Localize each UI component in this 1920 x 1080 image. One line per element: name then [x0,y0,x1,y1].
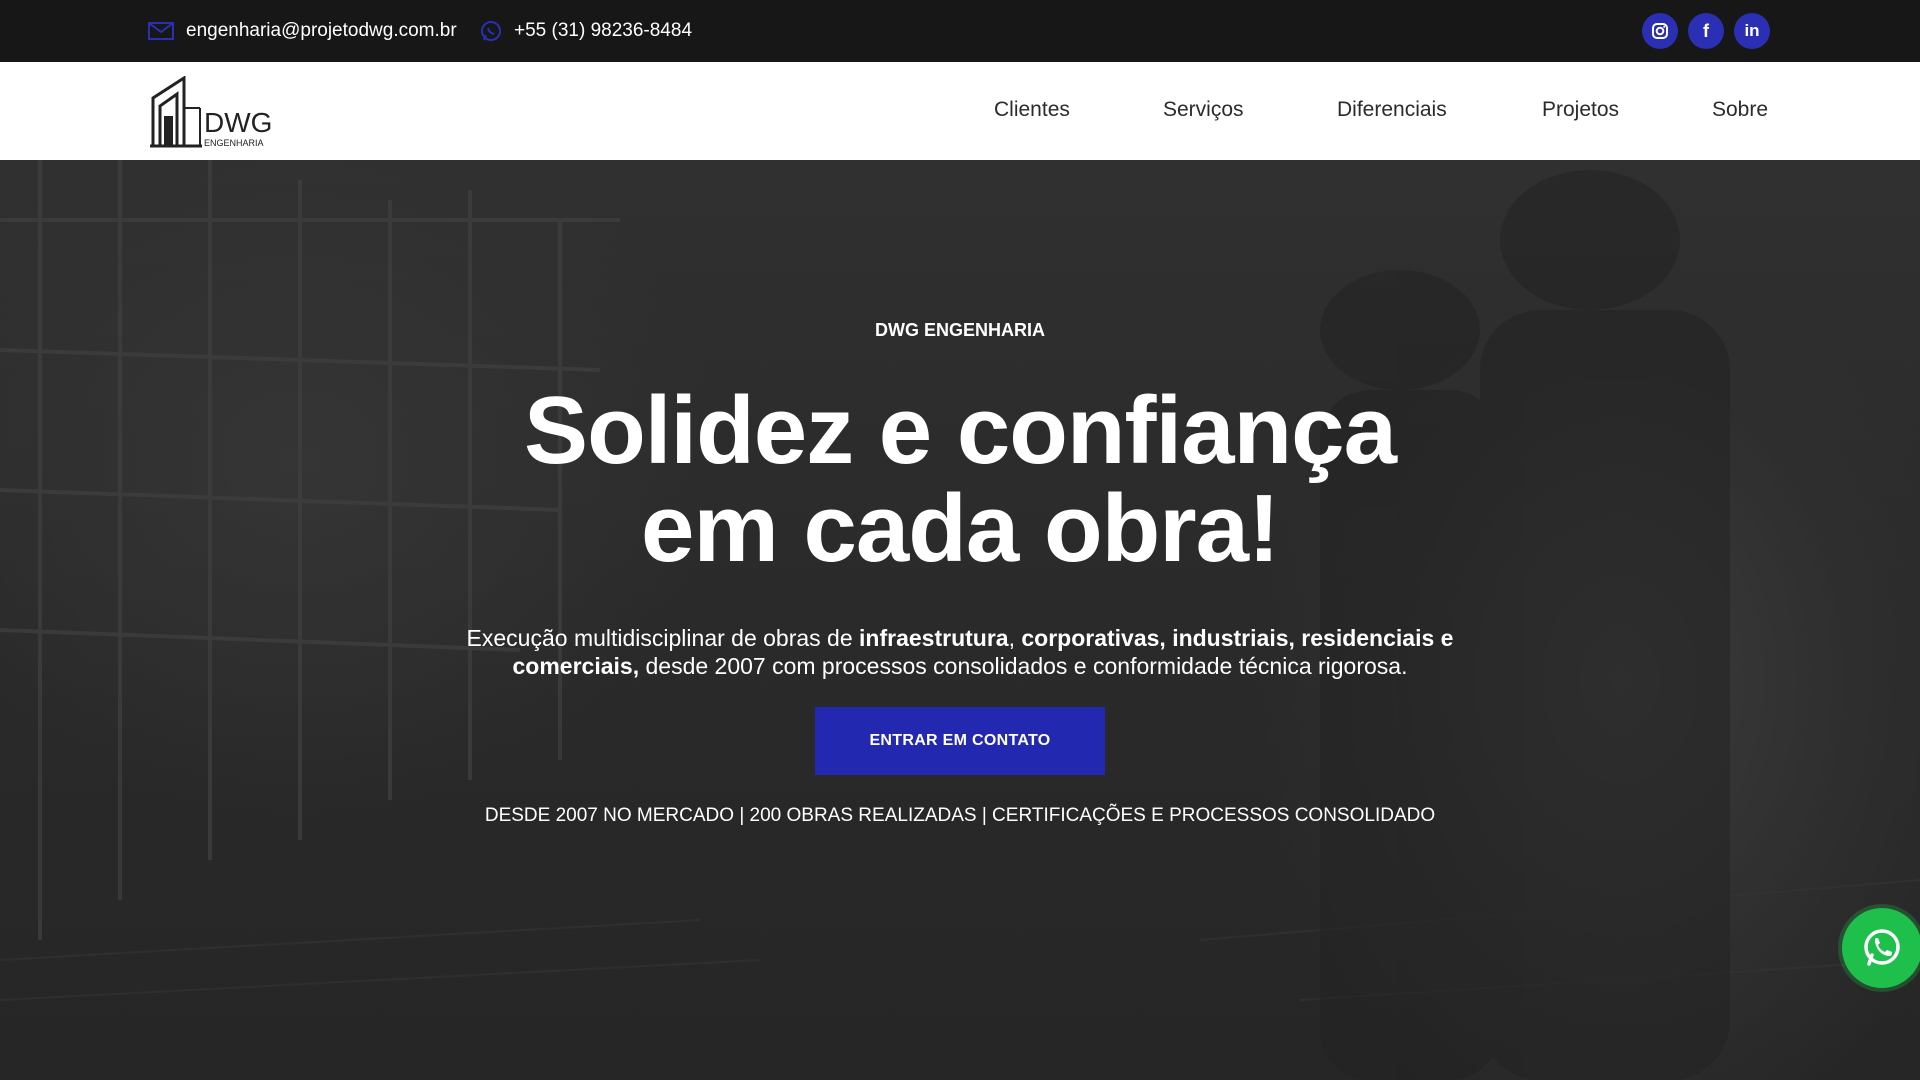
facebook-glyph: f [1703,20,1709,41]
phone-text[interactable]: +55 (31) 98236-8484 [514,20,692,42]
email-text[interactable]: engenharia@projetodwg.com.br [186,20,457,42]
logo-building-icon [150,76,202,148]
logo[interactable]: DWG ENGENHARIA [150,76,272,148]
nav-item-sobre[interactable]: Sobre [1712,98,1768,122]
hero-section: DWG ENGENHARIA Solidez e confiança em ca… [0,160,1920,1080]
hero-background-image [0,160,1920,1080]
hero-headline: Solidez e confiança em cada obra! [0,382,1920,578]
subtext-bold1: infraestrutura [859,625,1009,651]
top-bar: engenharia@projetodwg.com.br +55 (31) 98… [0,0,1920,62]
subtext-part3: desde 2007 com processos consolidados e … [639,653,1408,679]
hero-subtext: Execução multidisciplinar de obras de in… [420,624,1500,680]
contact-button[interactable]: ENTRAR EM CONTATO [815,707,1105,775]
linkedin-icon[interactable]: in [1734,13,1770,49]
main-navbar: DWG ENGENHARIA Clientes Serviços Diferen… [0,62,1920,160]
linkedin-glyph: in [1744,21,1760,40]
logo-brand: DWG [204,107,273,138]
hero-headline-line2: em cada obra! [641,475,1280,582]
whatsapp-float-button[interactable] [1842,908,1920,988]
logo-sub: ENGENHARIA [204,138,264,148]
instagram-icon[interactable] [1642,13,1678,49]
hero-stats: DESDE 2007 NO MERCADO | 200 OBRAS REALIZ… [484,805,1436,826]
hero-headline-line1: Solidez e confiança [524,377,1397,484]
whatsapp-small-icon [480,20,502,42]
logo-text: DWG ENGENHARIA [204,109,272,148]
nav-item-projetos[interactable]: Projetos [1542,98,1619,122]
subtext-part1: Execução multidisciplinar de obras de [466,625,860,651]
facebook-icon[interactable]: f [1688,13,1724,49]
whatsapp-icon [1864,929,1900,966]
nav-item-diferenciais[interactable]: Diferenciais [1337,98,1447,122]
hero-eyebrow: DWG ENGENHARIA [875,320,1045,340]
social-links: f in [1642,13,1770,49]
email-contact[interactable]: engenharia@projetodwg.com.br [148,0,457,62]
nav-item-clientes[interactable]: Clientes [994,98,1070,122]
mail-icon [148,21,174,41]
phone-contact[interactable]: +55 (31) 98236-8484 [480,0,692,62]
subtext-part2: , [1008,625,1022,651]
nav-item-servicos[interactable]: Serviços [1163,98,1244,122]
